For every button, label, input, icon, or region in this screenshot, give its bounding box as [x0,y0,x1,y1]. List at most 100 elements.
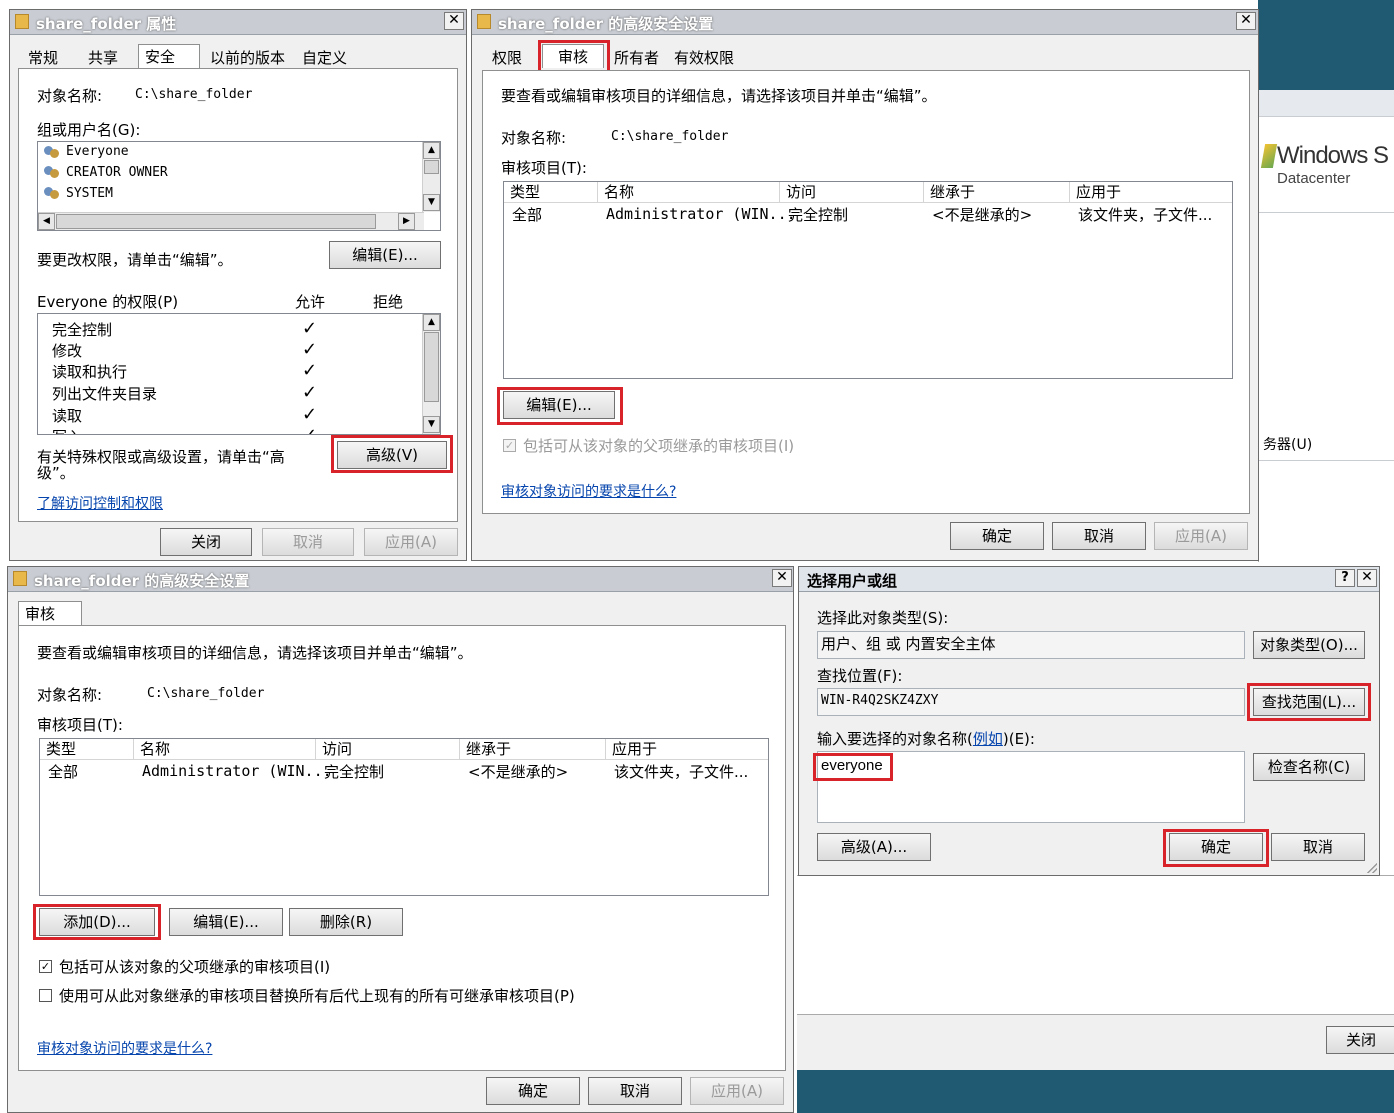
tab-auditing[interactable]: 审核 [18,601,82,625]
deny-header: 拒绝 [373,293,404,311]
advanced-button[interactable]: 高级(A)... [817,833,931,861]
scroll-down-icon[interactable]: ▼ [423,416,440,433]
scroll-up-icon[interactable]: ▲ [423,142,440,159]
location-field: WIN-R4Q2SKZ4ZXY [817,688,1245,716]
cancel-button[interactable]: 取消 [588,1077,682,1105]
check-names-button[interactable]: 检查名称(C) [1253,753,1365,781]
object-types-button[interactable]: 对象类型(O)... [1253,631,1365,659]
examples-link[interactable]: 例如 [973,730,1003,748]
tab-general[interactable]: 常规 [22,46,64,70]
learn-access-control-link[interactable]: 了解访问控制和权限 [37,493,163,513]
column-access[interactable]: 访问 [316,739,460,759]
audit-entries-list[interactable]: 类型 名称 访问 继承于 应用于 全部 Administrator (WIN..… [503,181,1233,379]
select-users-titlebar: 选择用户或组 ? ✕ [799,567,1379,592]
table-row[interactable]: 全部 Administrator (WIN... 完全控制 <不是继承的> 该文… [40,760,768,781]
replace-descendants-checkbox[interactable] [39,989,52,1002]
allow-check-icon: ✓ [302,404,318,425]
audit-entries-label: 审核项目(T): [37,716,123,734]
column-name[interactable]: 名称 [598,182,780,202]
resize-grip-icon[interactable] [1367,863,1377,873]
highlight-ok-button [1163,829,1269,867]
auditing-panel: 要查看或编辑审核项目的详细信息，请选择该项目并单击“编辑”。 对象名称: C:\… [18,625,786,1071]
enter-names-label: 输入要选择的对象名称(例如)(E): [817,728,1035,749]
column-access[interactable]: 访问 [780,182,924,202]
properties-titlebar: share_folder 属性 ✕ [10,10,466,35]
highlight-advanced [331,435,453,473]
object-name-value: C:\share_folder [147,686,265,701]
user-list-hscrollbar[interactable]: ◀ ▶ [38,212,424,230]
cell-name: Administrator (WIN... [606,205,796,223]
permissions-scrollbar[interactable]: ▲ ▼ [422,314,440,434]
background-footer [797,1014,1394,1072]
column-inherited-from[interactable]: 继承于 [924,182,1070,202]
background-close-button[interactable]: 关闭 [1326,1026,1394,1054]
ok-button[interactable]: 确定 [486,1077,580,1105]
include-inheritable-checkbox[interactable]: ✓ [503,439,516,452]
user-item[interactable]: Everyone [66,144,129,159]
table-row[interactable]: 全部 Administrator (WIN... 完全控制 <不是继承的> 该文… [504,203,1232,224]
tab-permissions[interactable]: 权限 [486,46,528,70]
ok-button[interactable]: 确定 [950,522,1044,550]
apply-button[interactable]: 应用(A) [364,528,458,556]
cancel-button[interactable]: 取消 [262,528,354,556]
cancel-button[interactable]: 取消 [1052,522,1146,550]
audit-entries-label: 审核项目(T): [501,159,587,177]
security-panel: 对象名称: C:\share_folder 组或用户名(G): Everyone… [18,68,458,522]
group-label: 组或用户名(G): [37,121,141,139]
user-item[interactable]: SYSTEM [66,186,113,201]
hscroll-thumb[interactable] [56,214,376,229]
edit-audit-button[interactable]: 编辑(E)... [169,908,283,936]
close-icon[interactable]: ✕ [1236,12,1256,30]
include-inheritable-label: 包括可从该对象的父项继承的审核项目(I) [59,958,331,976]
close-button[interactable]: 关闭 [160,528,252,556]
permissions-list[interactable]: 完全控制 ✓ 修改 ✓ 读取和执行 ✓ 列出文件夹目录 ✓ 读取 ✓ 写入 ✓ … [37,313,441,435]
cell-apply-to: 该文件夹，子文件... [1078,206,1213,224]
column-type[interactable]: 类型 [40,739,134,759]
user-list[interactable]: Everyone CREATOR OWNER SYSTEM ▲ ▼ ◀ ▶ [37,141,441,231]
tab-sharing[interactable]: 共享 [82,46,124,70]
scroll-up-icon[interactable]: ▲ [423,314,440,331]
column-inherited-from[interactable]: 继承于 [460,739,606,759]
scroll-thumb[interactable] [424,332,439,402]
scroll-left-icon[interactable]: ◀ [38,213,55,230]
close-icon[interactable]: ✕ [772,569,792,587]
tab-owner[interactable]: 所有者 [608,46,665,70]
tab-security[interactable]: 安全 [138,44,200,68]
enter-names-label-pre: 输入要选择的对象名称( [817,730,973,748]
cell-access: 完全控制 [324,763,385,781]
allow-check-icon: ✓ [302,318,318,339]
user-item[interactable]: CREATOR OWNER [66,165,168,180]
cell-inherited-from: <不是继承的> [932,206,1033,224]
scroll-down-icon[interactable]: ▼ [423,194,440,211]
column-apply-to[interactable]: 应用于 [606,739,768,759]
tab-previous-versions[interactable]: 以前的版本 [204,46,291,70]
remove-audit-button[interactable]: 删除(R) [289,908,403,936]
column-type[interactable]: 类型 [504,182,598,202]
apply-button[interactable]: 应用(A) [1154,522,1248,550]
audit-entries-list[interactable]: 类型 名称 访问 继承于 应用于 全部 Administrator (WIN..… [39,738,769,896]
close-icon[interactable]: ✕ [444,12,464,30]
audit-list-header: 类型 名称 访问 继承于 应用于 [504,182,1232,203]
audit-requirements-link[interactable]: 审核对象访问的要求是什么? [37,1038,212,1058]
tab-custom[interactable]: 自定义 [296,46,353,70]
cell-apply-to: 该文件夹，子文件... [614,763,749,781]
apply-button[interactable]: 应用(A) [690,1077,784,1105]
scroll-right-icon[interactable]: ▶ [398,213,415,230]
cancel-button[interactable]: 取消 [1271,833,1365,861]
permission-item: 修改 [52,342,83,360]
advanced-titlebar: share_folder 的高级安全设置 ✕ [8,567,793,592]
object-name-value: C:\share_folder [135,87,253,102]
edit-button[interactable]: 编辑(E)... [329,241,441,269]
scroll-thumb[interactable] [424,160,439,174]
tab-effective-permissions[interactable]: 有效权限 [668,46,740,70]
column-apply-to[interactable]: 应用于 [1070,182,1232,202]
object-type-label: 选择此对象类型(S): [817,609,949,627]
permission-item: 读取和执行 [52,363,128,381]
include-inheritable-checkbox[interactable]: ✓ [39,960,52,973]
help-icon[interactable]: ? [1335,569,1355,587]
audit-requirements-link[interactable]: 审核对象访问的要求是什么? [501,481,676,501]
close-icon[interactable]: ✕ [1357,569,1377,587]
user-list-scrollbar[interactable]: ▲ ▼ [422,142,440,212]
column-name[interactable]: 名称 [134,739,316,759]
object-name-label: 对象名称: [501,129,567,147]
